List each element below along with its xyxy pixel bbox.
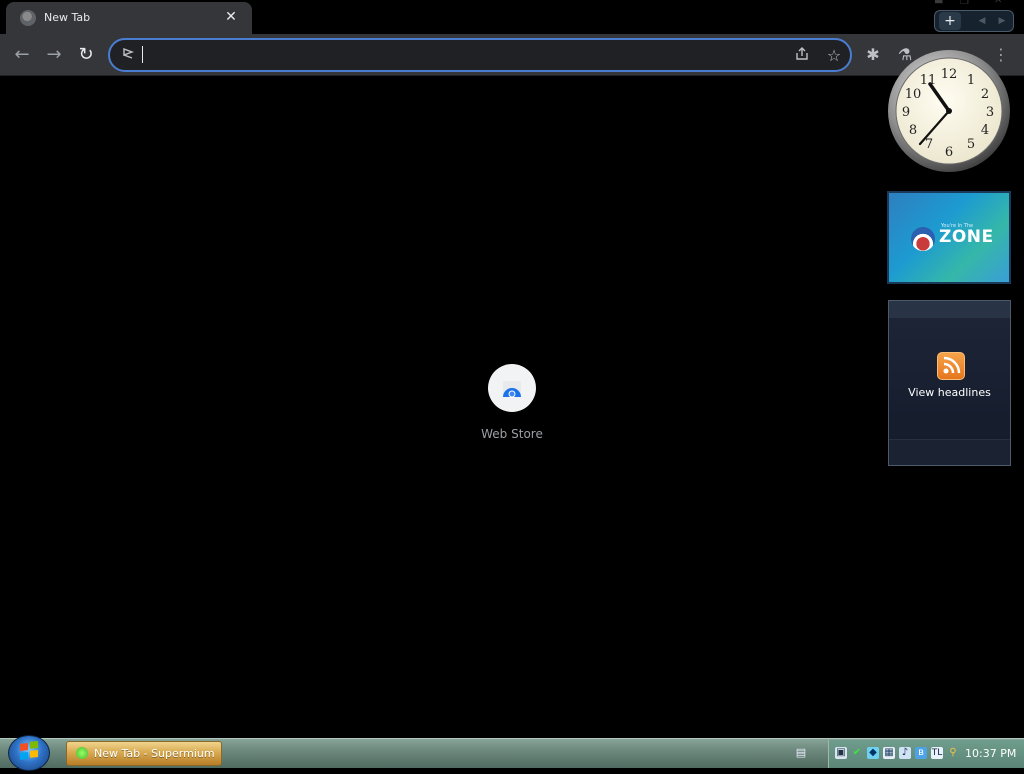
scroll-right-icon[interactable]: ▶ (993, 12, 1011, 30)
news-header-bar (889, 301, 1010, 318)
browser-titlebar: New Tab ✕ + ◀ ▶ ▬ ❐ ✕ (0, 0, 1024, 34)
browser-toolbar: ← → ↻ ☆ ✱ ⚗ ⋮ (0, 34, 1024, 76)
tab-new-tab[interactable]: New Tab ✕ (6, 2, 252, 34)
taskbar: New Tab - Supermium ▤ ▣ ✔ ◆ ▦ ♪ ʙ TL ⚲ 1… (0, 735, 1024, 771)
clock-gadget[interactable]: 12 1 2 3 4 5 6 7 8 9 10 11 (886, 48, 1012, 174)
volume-icon[interactable]: ♪ (899, 747, 911, 759)
app-tray-icon[interactable]: ◆ (867, 747, 879, 759)
taskbar-item-supermium[interactable]: New Tab - Supermium (66, 741, 222, 766)
clock-numeral-6: 6 (945, 145, 953, 160)
address-bar[interactable]: ☆ (108, 38, 852, 72)
rss-icon (937, 352, 965, 380)
network-icon[interactable]: ▣ (835, 747, 847, 759)
taskbar-clock[interactable]: 10:37 PM (965, 747, 1016, 760)
taskbar-item-label: New Tab - Supermium (94, 747, 215, 760)
display-icon[interactable]: ▦ (883, 747, 895, 759)
clock-numeral-4: 4 (981, 123, 989, 138)
input-language-icon[interactable]: TL (931, 747, 943, 759)
bluetooth-icon[interactable]: ʙ (915, 747, 927, 759)
clock-numeral-3: 3 (986, 105, 994, 120)
new-tab-page: Web Store (0, 77, 1024, 738)
close-window-icon[interactable]: ✕ (994, 0, 1002, 6)
campaign-logo-icon (911, 227, 935, 251)
tab-close-icon[interactable]: ✕ (222, 8, 240, 26)
news-footer-bar (889, 439, 1010, 465)
clock-numeral-2: 2 (981, 87, 989, 102)
new-tab-button[interactable]: + (939, 12, 961, 30)
clock-numeral-5: 5 (967, 137, 975, 152)
clock-numeral-7: 7 (925, 137, 933, 152)
text-caret (142, 46, 143, 63)
zone-logo-group: You're In The ZONE (911, 221, 994, 255)
web-store-icon (503, 381, 521, 398)
supermium-icon (76, 747, 88, 759)
clock-numeral-12: 12 (941, 67, 958, 82)
news-gadget[interactable]: View headlines (888, 300, 1011, 466)
view-headlines-link[interactable]: View headlines (889, 386, 1010, 399)
address-input[interactable] (142, 44, 782, 66)
bookmark-star-icon[interactable]: ☆ (824, 46, 844, 66)
clock-numeral-1: 1 (967, 73, 975, 88)
shortcut-tile[interactable] (488, 364, 536, 412)
reload-button[interactable]: ↻ (73, 42, 99, 68)
tab-title: New Tab (44, 11, 91, 24)
scroll-left-icon[interactable]: ◀ (973, 12, 991, 30)
zone-gadget[interactable]: You're In The ZONE (887, 191, 1011, 284)
site-info-icon[interactable] (120, 47, 136, 63)
start-button[interactable] (8, 735, 50, 771)
extensions-icon[interactable]: ✱ (860, 42, 886, 68)
shortcut-web-store[interactable]: Web Store (468, 364, 556, 444)
shortcut-label: Web Store (481, 427, 543, 441)
security-check-icon[interactable]: ✔ (851, 747, 863, 759)
globe-icon (20, 10, 36, 26)
minimize-icon[interactable]: ▬ (934, 0, 943, 7)
clock-numeral-9: 9 (902, 105, 910, 120)
clock-numeral-11: 11 (920, 73, 937, 88)
zone-title: ZONE (939, 227, 994, 247)
search-icon[interactable]: ⚲ (947, 747, 959, 759)
system-tray: ▣ ✔ ◆ ▦ ♪ ʙ TL ⚲ 10:37 PM (828, 740, 1024, 768)
tab-strip-controls: + ◀ ▶ (934, 10, 1014, 32)
maximize-icon[interactable]: ❐ (960, 0, 969, 7)
clock-numeral-10: 10 (905, 87, 922, 102)
forward-button[interactable]: → (41, 42, 67, 68)
window-controls: ▬ ❐ ✕ (922, 0, 1024, 10)
clock-numeral-8: 8 (909, 123, 917, 138)
show-desktop-icon[interactable]: ▤ (794, 746, 808, 760)
back-button[interactable]: ← (9, 42, 35, 68)
share-icon[interactable] (792, 46, 812, 66)
